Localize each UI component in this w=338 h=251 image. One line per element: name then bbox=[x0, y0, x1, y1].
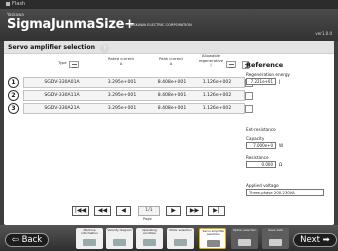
col-header-allowable-regenerative: Allowable regenerative J bbox=[198, 53, 224, 68]
regen-energy-unit: J bbox=[279, 79, 281, 84]
cell-peak-current: 8.408e+001 bbox=[157, 93, 187, 98]
step-operating-condition[interactable]: Operating condition bbox=[136, 228, 163, 249]
step-motor-selection[interactable]: Motor selection bbox=[167, 228, 194, 249]
cell-rated-current: 3.295e+001 bbox=[107, 106, 137, 111]
next-many-button[interactable]: ▶▶ bbox=[186, 206, 203, 216]
last-page-button[interactable]: ▶| bbox=[208, 206, 225, 216]
reference-title: Reference bbox=[246, 61, 284, 69]
step-machine-information[interactable]: Machine information bbox=[76, 228, 103, 249]
main-panel: Servo amplifier selection ? Type Rated c… bbox=[4, 41, 334, 225]
row-number-1: 1 bbox=[8, 77, 19, 88]
help-icon[interactable]: ? bbox=[100, 44, 109, 53]
capacity-unit: W bbox=[279, 143, 284, 148]
cell-regenerative: 1.126e+002 bbox=[202, 93, 232, 98]
applied-voltage-select[interactable]: Three-phase 200-230VA bbox=[246, 189, 324, 196]
cell-peak-current: 8.408e+001 bbox=[157, 80, 187, 85]
window-title: Flash bbox=[12, 1, 26, 7]
step-label: Motor selection bbox=[169, 228, 192, 232]
step-velocity-diagram[interactable]: Velocity diagram bbox=[106, 228, 133, 249]
step-label: Velocity diagram bbox=[107, 228, 132, 232]
step-label: Servo amplifier selection bbox=[202, 229, 225, 237]
row-checkbox[interactable] bbox=[245, 105, 253, 113]
cell-type: SGDV-330A01A bbox=[44, 80, 80, 85]
ext-resistance-label: Ext-resistance bbox=[246, 127, 276, 132]
step-label: Option selection bbox=[232, 228, 257, 232]
row-number-3: 3 bbox=[8, 103, 19, 114]
condition-icon bbox=[143, 239, 156, 246]
corporation-name: YASKAWA ELECTRIC CORPORATION bbox=[129, 23, 192, 27]
cell-type: SGDV-330A21A bbox=[44, 106, 80, 111]
regen-energy-field: 7.221e+01 bbox=[246, 78, 276, 85]
row-number-2: 2 bbox=[8, 90, 19, 101]
next-label: Next bbox=[300, 235, 320, 245]
table-row[interactable]: SGDV-330A11A 3.295e+001 8.408e+001 1.126… bbox=[23, 90, 245, 101]
back-button[interactable]: ⇦ Back bbox=[5, 233, 49, 247]
cell-regenerative: 1.126e+002 bbox=[202, 106, 232, 111]
cell-regenerative: 1.126e+002 bbox=[202, 80, 232, 85]
prev-many-button[interactable]: ◀◀ bbox=[94, 206, 111, 216]
version-label: ver1.0.0 bbox=[315, 31, 332, 36]
save-icon bbox=[269, 239, 282, 246]
cell-rated-current: 3.295e+001 bbox=[107, 80, 137, 85]
resistance-field: 0.000 bbox=[246, 161, 276, 168]
step-label: Machine information bbox=[81, 228, 98, 236]
sort-icon[interactable] bbox=[69, 61, 79, 68]
next-button[interactable]: Next ➡ bbox=[293, 233, 337, 247]
window-titlebar: Flash bbox=[0, 0, 338, 9]
velocity-graph-icon bbox=[113, 239, 126, 246]
cell-peak-current: 8.408e+001 bbox=[157, 106, 187, 111]
app-logo: SigmaJunmaSize+ bbox=[7, 17, 135, 32]
step-save-data[interactable]: Save data bbox=[262, 228, 289, 249]
col-header-rated-current: Rated current A bbox=[107, 56, 135, 66]
cell-rated-current: 3.295e+001 bbox=[107, 93, 137, 98]
sort-icon[interactable] bbox=[226, 61, 236, 68]
flash-icon bbox=[6, 1, 10, 6]
page-label: Page bbox=[143, 217, 152, 221]
amplifier-icon bbox=[207, 240, 220, 247]
step-label: Operating condition bbox=[142, 228, 157, 236]
page-title: Servo amplifier selection bbox=[8, 44, 96, 51]
page-indicator: 1/1 bbox=[138, 206, 160, 216]
applied-voltage-label: Applied voltage bbox=[246, 183, 279, 188]
resistance-unit: Ω bbox=[279, 162, 283, 167]
step-label: Save data bbox=[268, 228, 283, 232]
table-row[interactable]: SGDV-330A21A 3.295e+001 8.408e+001 1.126… bbox=[23, 103, 245, 114]
first-page-button[interactable]: |◀◀ bbox=[72, 206, 89, 216]
step-servo-amplifier-selection[interactable]: Servo amplifier selection bbox=[199, 228, 226, 249]
table-row[interactable]: SGDV-330A01A 3.295e+001 8.408e+001 1.126… bbox=[23, 77, 245, 88]
capacity-label: Capacity bbox=[246, 136, 265, 141]
next-page-button[interactable]: ▶ bbox=[166, 206, 181, 216]
back-label: Back bbox=[21, 235, 43, 245]
col-header-type: Type bbox=[58, 60, 67, 65]
col-header-peak-current: Peak current A bbox=[159, 56, 183, 66]
machine-icon bbox=[83, 239, 96, 246]
regen-energy-label: Regeneration energy bbox=[246, 72, 290, 77]
motor-icon bbox=[174, 239, 187, 246]
capacity-field: 7.000e+0 bbox=[246, 142, 276, 149]
row-checkbox[interactable] bbox=[245, 92, 253, 100]
resistance-label: Resistance bbox=[246, 155, 269, 160]
step-option-selection[interactable]: Option selection bbox=[231, 228, 258, 249]
option-icon bbox=[238, 239, 251, 246]
prev-page-button[interactable]: ◀ bbox=[116, 206, 131, 216]
cell-type: SGDV-330A11A bbox=[44, 93, 80, 98]
